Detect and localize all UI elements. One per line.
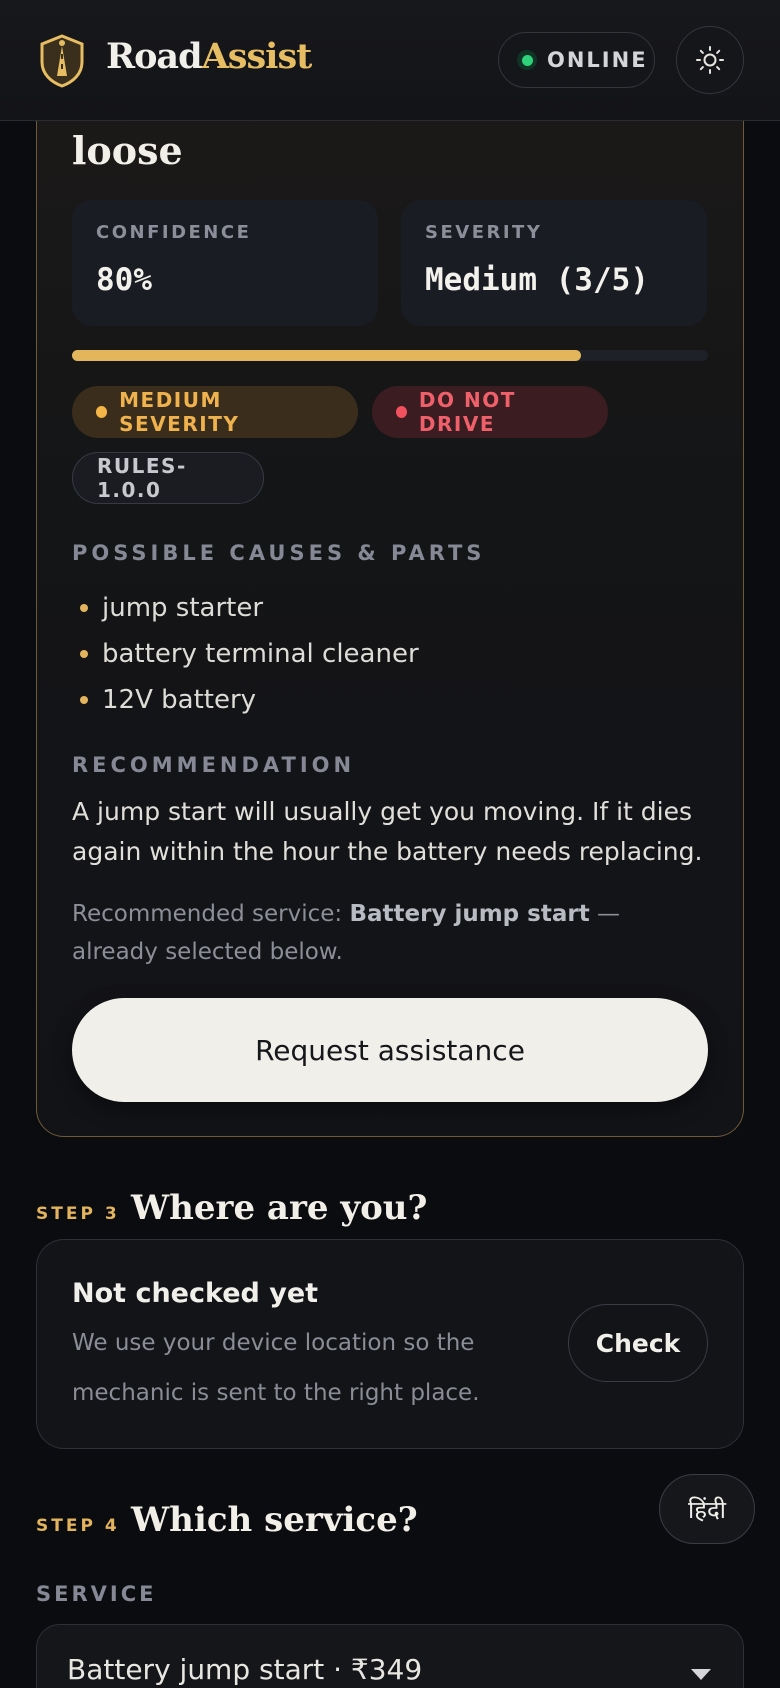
- brand-name: RoadAssist: [106, 36, 313, 77]
- recommendation-heading: RECOMMENDATION: [72, 753, 356, 777]
- recommendation-text: A jump start will usually get you moving…: [72, 797, 703, 866]
- step-4-title: Which service?: [131, 1500, 418, 1540]
- cause-text: battery terminal cleaner: [102, 639, 419, 669]
- medium-severity-badge: MEDIUM SEVERITY: [72, 386, 358, 438]
- confidence-value: 80%: [96, 262, 152, 298]
- cause-text: 12V battery: [102, 685, 257, 715]
- diagnosis-title: loose: [72, 128, 183, 173]
- severity-box: SEVERITY Medium (3/5): [401, 200, 707, 326]
- location-description: We use your device location so the mecha…: [72, 1330, 480, 1406]
- service-select[interactable]: Battery jump start · ₹349: [36, 1624, 744, 1688]
- list-item: battery terminal cleaner: [80, 631, 419, 677]
- confidence-label: CONFIDENCE: [96, 222, 252, 243]
- severity-value: Medium (3/5): [425, 262, 649, 298]
- rules-version-badge: RULES-1.0.0: [72, 452, 264, 504]
- sun-icon: [696, 46, 724, 74]
- do-not-drive-text: DO NOT DRIVE: [418, 388, 516, 436]
- rules-version-text: RULES-1.0.0: [97, 454, 187, 502]
- warning-dot-icon: [396, 406, 407, 418]
- step-4-tag: STEP 4: [36, 1516, 120, 1536]
- list-item: 12V battery: [80, 677, 419, 723]
- brand-assist: Assist: [201, 36, 313, 77]
- online-status-badge: ONLINE: [498, 32, 655, 88]
- service-label: SERVICE: [36, 1582, 157, 1606]
- bullet-icon: [80, 650, 88, 658]
- app-header: RoadAssist ONLINE: [0, 0, 780, 121]
- bullet-icon: [80, 604, 88, 612]
- service-select-value: Battery jump start · ₹349: [67, 1653, 423, 1686]
- severity-dot-icon: [96, 406, 108, 418]
- confidence-box: CONFIDENCE 80%: [72, 200, 378, 326]
- cause-text: jump starter: [102, 593, 264, 623]
- recommended-service-note: Recommended service: Battery jump start …: [72, 895, 708, 971]
- bullet-icon: [80, 696, 88, 704]
- confidence-progress-fill: [72, 350, 581, 361]
- service-name: Battery jump start: [349, 901, 590, 927]
- service-prefix: Recommended service:: [72, 901, 350, 927]
- theme-toggle-button[interactable]: [676, 26, 744, 94]
- status-text: ONLINE: [547, 48, 648, 72]
- request-assistance-button[interactable]: Request assistance: [72, 998, 708, 1102]
- medium-severity-text: MEDIUM SEVERITY: [119, 388, 240, 436]
- step-3-tag: STEP 3: [36, 1204, 120, 1224]
- do-not-drive-badge: DO NOT DRIVE: [372, 386, 608, 438]
- causes-list: jump starter battery terminal cleaner 12…: [80, 585, 419, 723]
- status-dot-icon: [517, 50, 537, 70]
- severity-label: SEVERITY: [425, 222, 543, 243]
- list-item: jump starter: [80, 585, 419, 631]
- chevron-down-icon: [691, 1669, 711, 1680]
- shield-road-icon: [40, 34, 84, 88]
- brand-road: Road: [106, 36, 203, 77]
- confidence-progress-bar: [72, 350, 708, 361]
- causes-heading: POSSIBLE CAUSES & PARTS: [72, 541, 486, 565]
- language-toggle-button[interactable]: हिंदी: [659, 1474, 755, 1544]
- step-3-title: Where are you?: [131, 1188, 428, 1228]
- check-location-button[interactable]: Check: [568, 1304, 708, 1382]
- location-status: Not checked yet: [72, 1278, 319, 1309]
